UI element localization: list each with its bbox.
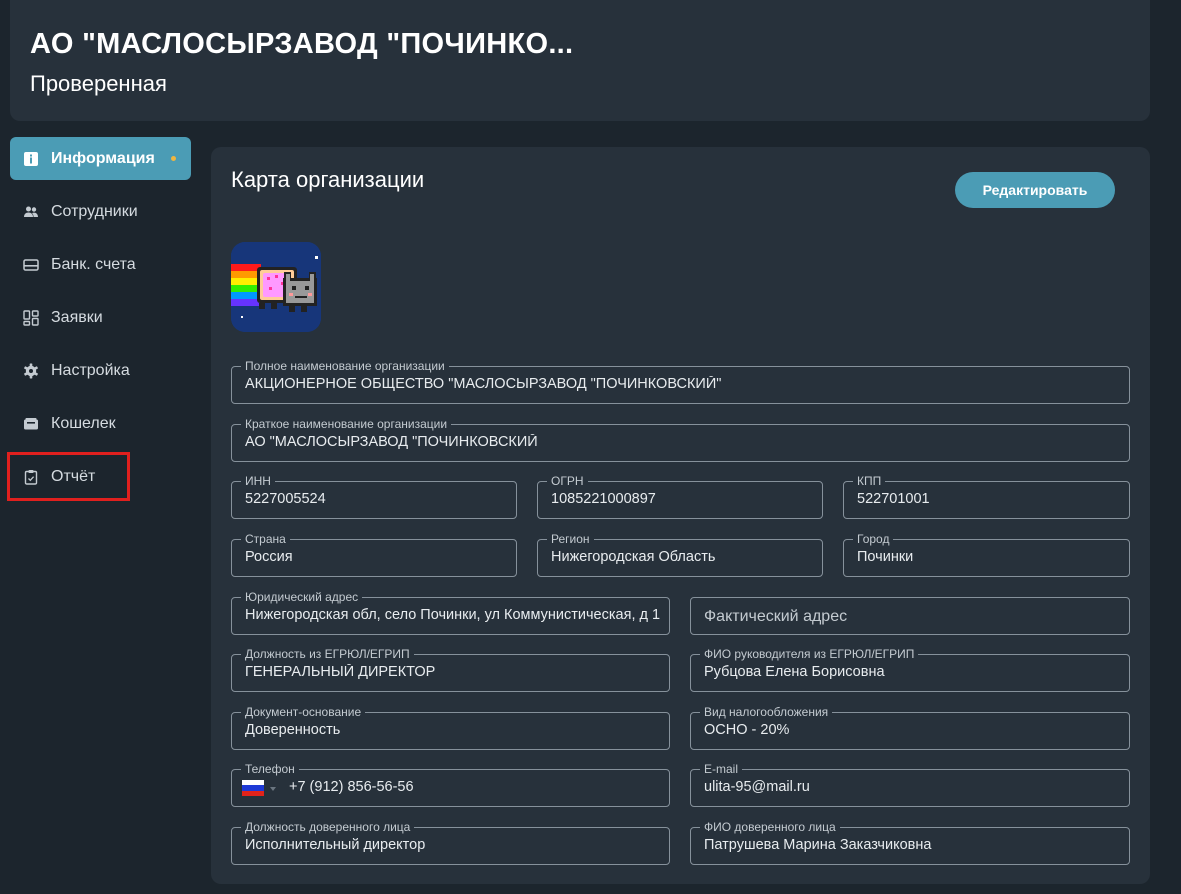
- chevron-down-icon[interactable]: [270, 787, 276, 791]
- sidebar-item-label: Информация: [51, 149, 155, 167]
- city-field[interactable]: Город Починки: [843, 531, 1130, 577]
- sidebar-item-report[interactable]: Отчёт: [7, 452, 130, 501]
- basis-document-field[interactable]: Документ-основание Доверенность: [231, 704, 670, 750]
- field-label: КПП: [853, 473, 886, 489]
- proxy-name-field[interactable]: ФИО доверенного лица Патрушева Марина За…: [690, 819, 1130, 865]
- field-label: Должность доверенного лица: [241, 819, 415, 835]
- field-value: Нижегородская Область: [551, 549, 716, 565]
- card-title: Карта организации: [231, 167, 425, 192]
- field-label: ФИО руководителя из ЕГРЮЛ/ЕГРИП: [700, 646, 919, 662]
- proxy-position-field[interactable]: Должность доверенного лица Исполнительны…: [231, 819, 670, 865]
- sidebar-item-label: Заявки: [51, 308, 103, 326]
- field-value: +7 (912) 856-56-56: [289, 779, 414, 795]
- sidebar-item-label: Банк. счета: [51, 255, 136, 273]
- verification-status: Проверенная: [30, 71, 167, 96]
- field-value: ОСНО - 20%: [704, 722, 790, 738]
- organization-card: Карта организации Редактировать Полное н…: [211, 147, 1150, 884]
- director-field[interactable]: ФИО руководителя из ЕГРЮЛ/ЕГРИП Рубцова …: [690, 646, 1130, 692]
- inn-field[interactable]: ИНН 5227005524: [231, 473, 517, 519]
- field-value: АКЦИОНЕРНОЕ ОБЩЕСТВО "МАСЛОСЫРЗАВОД "ПОЧ…: [245, 376, 722, 392]
- organization-title: АО "МАСЛОСЫРЗАВОД "ПОЧИНКО...: [30, 28, 574, 60]
- full-name-field[interactable]: Полное наименование организации АКЦИОНЕР…: [231, 358, 1130, 404]
- people-icon: [23, 204, 39, 220]
- field-value: Рубцова Елена Борисовна: [704, 664, 885, 680]
- russia-flag-icon[interactable]: [242, 780, 264, 796]
- field-label: ФИО доверенного лица: [700, 819, 840, 835]
- field-value: 522701001: [857, 491, 930, 507]
- ogrn-field[interactable]: ОГРН 1085221000897: [537, 473, 823, 519]
- field-placeholder: Фактический адрес: [704, 608, 848, 625]
- legal-address-field[interactable]: Юридический адрес Нижегородская обл, сел…: [231, 589, 670, 635]
- gear-icon: [23, 363, 39, 379]
- organization-logo[interactable]: [231, 242, 321, 332]
- actual-address-field[interactable]: Фактический адрес: [690, 597, 1130, 635]
- field-label: Вид налогообложения: [700, 704, 833, 720]
- tax-system-field[interactable]: Вид налогообложения ОСНО - 20%: [690, 704, 1130, 750]
- field-value: Нижегородская обл, село Починки, ул Комм…: [245, 607, 661, 623]
- field-value: 5227005524: [245, 491, 326, 507]
- sidebar-item-label: Кошелек: [51, 414, 116, 432]
- sidebar-item-wallet[interactable]: Кошелек: [10, 402, 191, 445]
- field-label: E-mail: [700, 761, 743, 777]
- sidebar-item-settings[interactable]: Настройка: [10, 349, 191, 392]
- clipboard-icon: [23, 469, 39, 485]
- phone-field[interactable]: Телефон +7 (912) 856-56-56: [231, 761, 670, 807]
- field-value: ulita-95@mail.ru: [704, 779, 810, 795]
- field-label: Регион: [547, 531, 594, 547]
- field-value: Доверенность: [245, 722, 341, 738]
- field-label: Страна: [241, 531, 290, 547]
- field-label: Краткое наименование организации: [241, 416, 452, 432]
- sidebar-item-employees[interactable]: Сотрудники: [10, 190, 191, 233]
- bank-card-icon: [23, 257, 39, 273]
- field-label: Юридический адрес: [241, 589, 363, 605]
- field-value: ГЕНЕРАЛЬНЫЙ ДИРЕКТОР: [245, 664, 436, 680]
- kpp-field[interactable]: КПП 522701001: [843, 473, 1130, 519]
- field-label: Город: [853, 531, 894, 547]
- field-label: Должность из ЕГРЮЛ/ЕГРИП: [241, 646, 414, 662]
- sidebar-item-bank-accounts[interactable]: Банк. счета: [10, 243, 191, 286]
- field-label: ОГРН: [547, 473, 588, 489]
- field-label: Полное наименование организации: [241, 358, 449, 374]
- country-field[interactable]: Страна Россия: [231, 531, 517, 577]
- sidebar-item-info[interactable]: Информация: [10, 137, 191, 180]
- edit-button[interactable]: Редактировать: [955, 172, 1115, 208]
- page-header: АО "МАСЛОСЫРЗАВОД "ПОЧИНКО... Проверенна…: [10, 0, 1150, 121]
- short-name-field[interactable]: Краткое наименование организации АО "МАС…: [231, 416, 1130, 462]
- notification-dot: [171, 156, 176, 161]
- field-value: АО "МАСЛОСЫРЗАВОД "ПОЧИНКОВСКИЙ: [245, 434, 538, 450]
- wallet-icon: [23, 416, 39, 432]
- region-field[interactable]: Регион Нижегородская Область: [537, 531, 823, 577]
- field-value: Россия: [245, 549, 293, 565]
- info-icon: [23, 151, 39, 167]
- email-field[interactable]: E-mail ulita-95@mail.ru: [690, 761, 1130, 807]
- sidebar-item-label: Настройка: [51, 361, 130, 379]
- sidebar-item-label: Сотрудники: [51, 202, 138, 220]
- sidebar-item-label: Отчёт: [51, 467, 96, 485]
- field-label: Документ-основание: [241, 704, 366, 720]
- sidebar-item-requests[interactable]: Заявки: [10, 296, 191, 339]
- field-label: Телефон: [241, 761, 299, 777]
- sidebar: Информация Сотрудники Банк. счета Заявки…: [7, 137, 191, 508]
- field-value: Починки: [857, 549, 914, 565]
- position-field[interactable]: Должность из ЕГРЮЛ/ЕГРИП ГЕНЕРАЛЬНЫЙ ДИР…: [231, 646, 670, 692]
- field-label: ИНН: [241, 473, 275, 489]
- field-value: 1085221000897: [551, 491, 656, 507]
- grid-icon: [23, 309, 39, 326]
- field-value: Исполнительный директор: [245, 837, 426, 853]
- field-value: Патрушева Марина Заказчиковна: [704, 837, 932, 853]
